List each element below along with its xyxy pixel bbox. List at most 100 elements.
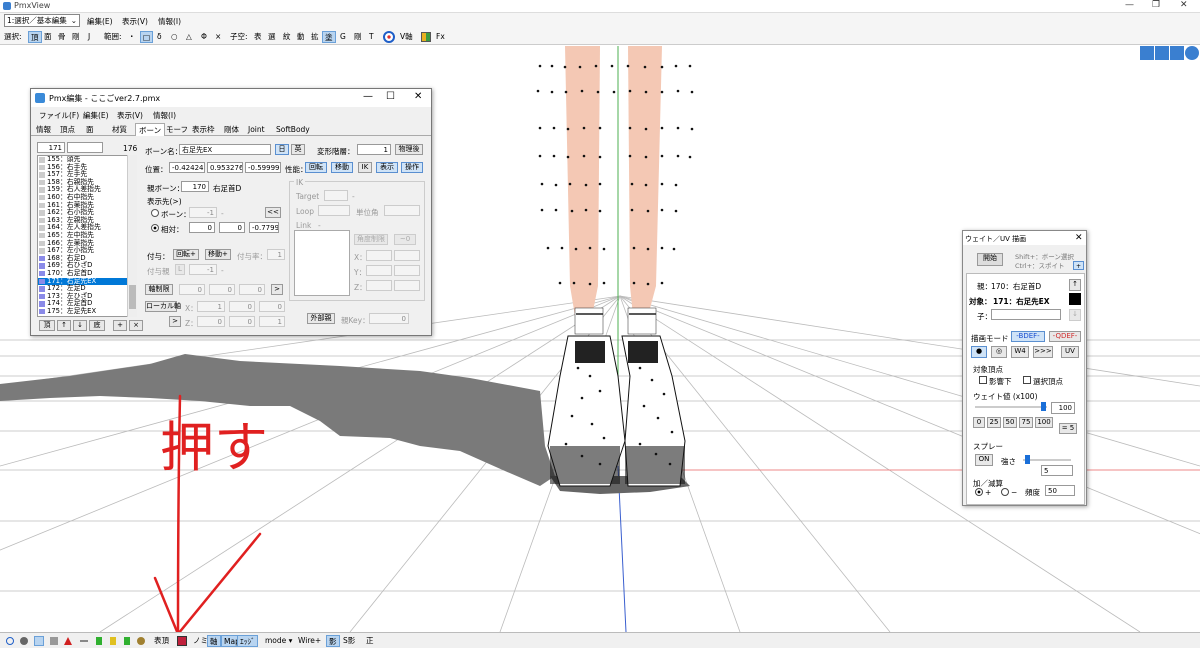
fx-button[interactable]: Fx — [434, 31, 447, 43]
range-circle-button[interactable]: ○ — [169, 31, 180, 43]
close-button[interactable]: ✕ — [1180, 0, 1188, 10]
tail-relative-radio[interactable] — [151, 224, 159, 232]
weight-value-input[interactable]: 100 — [1051, 402, 1075, 414]
bdef-button[interactable]: -BDEF- — [1011, 331, 1045, 342]
tab-morph[interactable]: モーフ — [163, 123, 191, 136]
tail-rel-y-input[interactable]: 0 — [219, 222, 245, 233]
axis-g-button[interactable]: G — [338, 31, 348, 43]
position-z-input[interactable]: -0.599998 — [245, 162, 281, 173]
grant-l-button[interactable]: L — [175, 264, 185, 275]
ik-z-max-input[interactable] — [394, 280, 420, 291]
gear-icon[interactable] — [137, 637, 145, 645]
axis-button[interactable]: 軸 — [207, 635, 221, 647]
list-add-button[interactable]: + — [113, 320, 127, 331]
range-triangle-button[interactable]: △ — [184, 31, 194, 43]
globe-icon[interactable] — [383, 31, 395, 43]
tab-bone[interactable]: ボーン — [135, 123, 166, 136]
range-lasso-button[interactable]: δ — [155, 31, 164, 43]
green-mark-icon[interactable] — [96, 637, 102, 645]
front-button[interactable]: 正 — [364, 635, 376, 647]
ik-y-max-input[interactable] — [394, 265, 420, 276]
perf-ik-button[interactable]: IK — [358, 162, 372, 173]
weight-preset-50[interactable]: 50 — [1003, 417, 1017, 428]
range-point-button[interactable]: ・ — [126, 31, 138, 43]
strength-slider-thumb[interactable] — [1025, 455, 1030, 464]
bone-list-item[interactable]: 175：左足先EX — [38, 307, 136, 316]
axis-fix-more-button[interactable]: > — [271, 284, 283, 295]
list-bottom-button[interactable]: 底 — [89, 320, 105, 331]
dialog-minimize-button[interactable]: — — [363, 91, 373, 102]
ik-target-input[interactable] — [324, 190, 348, 201]
tab-rigid-body[interactable]: 剛体 — [221, 123, 242, 136]
grid-icon[interactable] — [421, 32, 431, 42]
deform-input[interactable]: 1 — [357, 144, 391, 155]
grant-rate-input[interactable]: 1 — [267, 249, 285, 260]
axis-paint-button[interactable]: 塗 — [322, 31, 336, 43]
self-shadow-button[interactable]: S影 — [341, 635, 357, 647]
grant-parent-input[interactable]: -1 — [189, 264, 217, 275]
edge-button[interactable]: ｴｯｼﾞ — [237, 635, 258, 647]
bone-list[interactable]: 155：頭先 156：右手先 157：左手先 158：右親指先 159：右人差指先 160… — [37, 155, 137, 317]
tab-face[interactable]: 面 — [83, 123, 97, 136]
dialog-maximize-button[interactable]: ☐ — [386, 91, 395, 102]
parent-bone-input[interactable]: 170 — [181, 181, 209, 192]
axis-pattern-button[interactable]: 紋 — [281, 31, 293, 43]
v-axis-button[interactable]: V軸 — [398, 31, 415, 43]
tab-softbody[interactable]: SoftBody — [273, 123, 313, 136]
perf-operate-button[interactable]: 操作 — [401, 162, 423, 173]
ik-z-min-input[interactable] — [366, 280, 392, 291]
dlg-menu-view[interactable]: 表示(V) — [117, 110, 143, 121]
menu-edit[interactable]: 編集(E) — [87, 16, 113, 27]
qdef-button[interactable]: -QDEF- — [1049, 331, 1081, 342]
dlg-menu-info[interactable]: 情報(I) — [153, 110, 176, 121]
bone-list-scrollbar[interactable] — [127, 155, 137, 317]
tab-display-frame[interactable]: 表示枠 — [189, 123, 218, 136]
axis-fix-z-input[interactable]: 0 — [239, 284, 265, 295]
wp-child-down-button[interactable]: ↓ — [1069, 309, 1081, 321]
mode-dot-button[interactable]: ● — [971, 346, 987, 358]
color-swatch-red[interactable] — [177, 636, 187, 646]
wp-parent-up-button[interactable]: ↑ — [1069, 279, 1081, 291]
list-delete-button[interactable]: × — [129, 320, 143, 331]
select-face-button[interactable]: 面 — [42, 31, 54, 43]
axis-t-button[interactable]: T — [367, 31, 376, 43]
tail-rel-x-input[interactable]: 0 — [189, 222, 215, 233]
wp-child-select[interactable] — [991, 309, 1061, 320]
weight-slider-thumb[interactable] — [1041, 402, 1046, 411]
menu-view[interactable]: 表示(V) — [122, 16, 148, 27]
vertex-mode-icon[interactable] — [34, 636, 44, 646]
ik-x-min-input[interactable] — [366, 250, 392, 261]
grant-rotate-button[interactable]: 回転+ — [173, 249, 199, 260]
axis-select-button[interactable]: 選 — [266, 31, 278, 43]
range-clear-button[interactable]: × — [213, 31, 223, 43]
physics-after-button[interactable]: 物理後 — [395, 144, 423, 155]
face-mode-icon[interactable] — [50, 637, 58, 645]
weight-preset-25[interactable]: 25 — [987, 417, 1001, 428]
axis-scale-button[interactable]: 拡 — [309, 31, 321, 43]
dlg-menu-file[interactable]: ファイル(F) — [39, 110, 79, 121]
selected-vertex-checkbox[interactable] — [1023, 376, 1031, 384]
weight-preset-0[interactable]: 0 — [973, 417, 985, 428]
frequency-select[interactable]: 50 — [1045, 485, 1075, 496]
perf-move-button[interactable]: 移動 — [331, 162, 353, 173]
maximize-button[interactable]: ❐ — [1152, 0, 1160, 10]
bone-name-input[interactable]: 右足先EX — [179, 144, 271, 155]
weight-eq5-button[interactable]: = 5 — [1059, 423, 1077, 434]
angle-limit-zero-button[interactable]: ~0 — [394, 234, 416, 245]
range-phi-button[interactable]: Φ — [199, 31, 209, 43]
weight-preset-75[interactable]: 75 — [1019, 417, 1033, 428]
spray-on-button[interactable]: ON — [975, 454, 993, 466]
lang-en-button[interactable]: 英 — [291, 144, 305, 155]
weight-slider[interactable] — [975, 406, 1047, 408]
filter-input[interactable] — [67, 142, 103, 153]
rotate-view-icon[interactable] — [1185, 46, 1199, 60]
weight-panel-plus-button[interactable]: + — [1073, 261, 1084, 270]
tab-joint[interactable]: Joint — [245, 123, 268, 136]
external-parent-button[interactable]: 外部親 — [307, 313, 335, 324]
local-x-1-input[interactable]: 1 — [197, 301, 225, 312]
ik-y-min-input[interactable] — [366, 265, 392, 276]
ik-loop-input[interactable] — [318, 205, 350, 216]
local-axis-more-button[interactable]: > — [169, 316, 181, 327]
position-y-input[interactable]: 0.953276 — [207, 162, 243, 173]
mode-w4-button[interactable]: W4 — [1011, 346, 1029, 358]
